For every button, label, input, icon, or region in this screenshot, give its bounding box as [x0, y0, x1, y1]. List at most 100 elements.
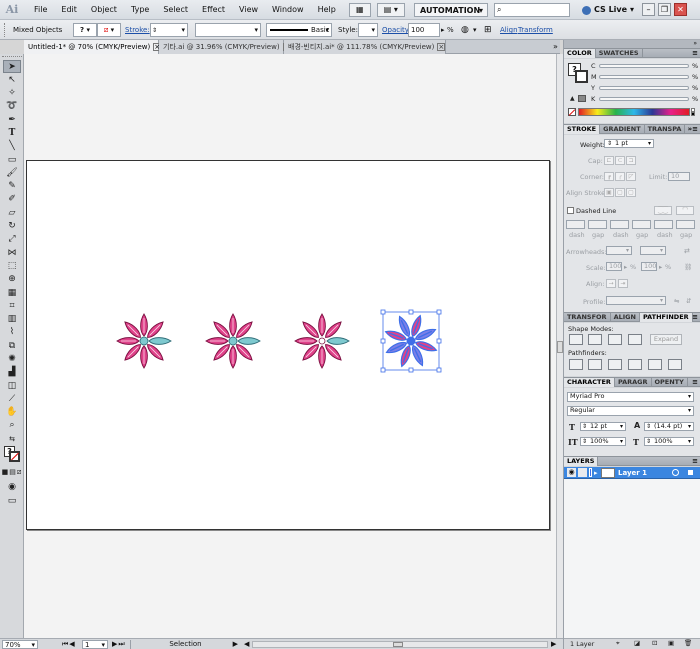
stepper-icon[interactable]: ⇕: [582, 423, 587, 430]
recolor-artwork-icon[interactable]: ◍: [461, 23, 469, 37]
workspace-switcher[interactable]: AUTOMATION: [414, 3, 488, 17]
stroke-color-button[interactable]: ⧄ ▾: [97, 23, 121, 37]
flower-4-selected[interactable]: [380, 309, 442, 373]
zoom-tool-icon[interactable]: ⌕: [3, 418, 21, 431]
drawing-mode-icon[interactable]: ◉: [3, 480, 21, 493]
stroke-link[interactable]: Stroke:: [125, 23, 150, 37]
blend-tool-icon[interactable]: ⧉: [3, 339, 21, 352]
stroke-swatch-icon[interactable]: [9, 451, 20, 462]
panel-menu-icon[interactable]: ≡: [692, 313, 698, 322]
toolbox-grip[interactable]: [2, 56, 22, 59]
round-cap-icon[interactable]: ⊂: [615, 156, 625, 165]
minus-back-icon[interactable]: [668, 359, 682, 370]
crop-icon[interactable]: [628, 359, 642, 370]
close-icon[interactable]: ×: [437, 43, 446, 51]
type-tool-icon[interactable]: T: [3, 126, 21, 139]
artboard[interactable]: [26, 160, 550, 530]
screen-mode-icon[interactable]: ▭: [3, 494, 21, 507]
tab-align[interactable]: ALIGN: [611, 312, 640, 322]
tab-swatches[interactable]: SWATCHES: [596, 48, 643, 58]
new-layer-icon[interactable]: ▣: [668, 639, 674, 647]
artboard-prev-buttons[interactable]: ⏮◀: [62, 640, 76, 649]
start-arrowhead-select[interactable]: [606, 246, 632, 255]
tab-untitled-1[interactable]: Untitled-1* @ 70% (CMYK/Preview) ×: [24, 40, 162, 54]
end-arrowhead-select[interactable]: [640, 246, 666, 255]
new-sublayer-icon[interactable]: ⊡: [652, 639, 657, 647]
round-join-icon[interactable]: ╭: [615, 172, 625, 181]
stepper-icon[interactable]: ⇕: [607, 140, 612, 147]
intersect-icon[interactable]: [608, 334, 622, 345]
swap-arrowheads-icon[interactable]: ⇄: [684, 247, 690, 255]
dash-field-1[interactable]: [566, 220, 585, 229]
artboard-number-select[interactable]: 1 ▾: [82, 640, 108, 649]
stepper-icon[interactable]: ⇕: [646, 423, 651, 430]
weight-field[interactable]: ⇕ 1 pt: [604, 139, 654, 148]
menu-view[interactable]: View: [232, 0, 265, 20]
horizontal-scale-field[interactable]: ⇕ 100%: [644, 437, 694, 446]
end-scale-field[interactable]: 100: [641, 262, 657, 271]
control-bar-grip[interactable]: [4, 23, 7, 37]
eyedropper-tool-icon[interactable]: ⌇: [3, 325, 21, 338]
free-transform-tool-icon[interactable]: ⬚: [3, 259, 21, 272]
flip-across-icon[interactable]: ⇵: [686, 297, 691, 305]
tab-paragraph[interactable]: PARAGR: [615, 377, 652, 387]
menu-object[interactable]: Object: [84, 0, 124, 20]
variable-width-profile-select[interactable]: ▾: [195, 23, 261, 37]
miter-join-icon[interactable]: ┏: [604, 172, 614, 181]
layer-name[interactable]: Layer 1: [618, 467, 647, 479]
vertical-scale-field[interactable]: ⇕ 100%: [580, 437, 626, 446]
dock-collapse-icon[interactable]: »: [564, 40, 700, 48]
color-gradient-none-icon[interactable]: ■▤⧄: [2, 466, 22, 479]
tab-gita[interactable]: 기타.ai @ 31.96% (CMYK/Preview)×: [159, 40, 291, 54]
color-spectrum-bar[interactable]: [578, 108, 690, 116]
menu-select[interactable]: Select: [156, 0, 195, 20]
tab-transform[interactable]: TRANSFOR: [564, 312, 611, 322]
arrow-tip-end-icon[interactable]: ⇥: [618, 279, 628, 288]
blob-brush-tool-icon[interactable]: ✐: [3, 192, 21, 205]
align-stroke-center-icon[interactable]: ▣: [604, 188, 614, 197]
channel-k-slider[interactable]: [599, 97, 689, 101]
expand-triangle-icon[interactable]: ▸: [594, 467, 598, 479]
tab-transparency[interactable]: TRANSPA: [645, 124, 686, 134]
tab-opentype[interactable]: OPENTY: [652, 377, 688, 387]
divide-icon[interactable]: [569, 359, 583, 370]
start-scale-field[interactable]: 100: [606, 262, 622, 271]
tab-stroke[interactable]: STROKE: [564, 124, 601, 134]
locate-object-icon[interactable]: ⌖: [616, 639, 620, 648]
brush-definition-select[interactable]: Basic ▾: [266, 23, 332, 37]
align-link[interactable]: Align: [500, 23, 518, 37]
arrow-tip-beyond-icon[interactable]: →: [606, 279, 616, 288]
rotate-tool-icon[interactable]: ↻: [3, 219, 21, 232]
stepper-icon[interactable]: ⇕: [646, 438, 651, 445]
artboard-tool-icon[interactable]: ◫: [3, 379, 21, 392]
lock-toggle[interactable]: [578, 468, 587, 477]
dashed-line-checkbox[interactable]: [567, 207, 574, 214]
menu-edit[interactable]: Edit: [54, 0, 84, 20]
close-button[interactable]: ✕: [674, 3, 687, 16]
trim-icon[interactable]: [588, 359, 602, 370]
shape-builder-tool-icon[interactable]: ⊕: [3, 272, 21, 285]
limit-field[interactable]: 10: [668, 172, 690, 181]
eraser-tool-icon[interactable]: ▱: [3, 206, 21, 219]
opacity-dropdown[interactable]: ▸: [441, 23, 445, 37]
direct-selection-tool-icon[interactable]: ↖: [3, 73, 21, 86]
scale-dropdown-icon[interactable]: ▸: [659, 263, 662, 271]
fill-color-button[interactable]: ? ▾: [73, 23, 97, 37]
stroke-swatch-icon[interactable]: [575, 70, 588, 83]
canvas-area[interactable]: [24, 54, 556, 638]
flower-2[interactable]: [205, 313, 261, 369]
menu-file[interactable]: File: [27, 0, 54, 20]
help-search-input[interactable]: ⌕: [494, 3, 570, 17]
exclude-icon[interactable]: [628, 334, 642, 345]
gradient-tool-icon[interactable]: ▥: [3, 312, 21, 325]
opacity-field[interactable]: 100: [408, 23, 440, 37]
font-style-select[interactable]: Regular: [567, 406, 694, 416]
minimize-button[interactable]: –: [642, 3, 655, 16]
tab-overflow-icon[interactable]: »: [551, 40, 560, 54]
gap-field-3[interactable]: [676, 220, 695, 229]
layer-row-layer-1[interactable]: ◉ ▸ Layer 1: [564, 467, 700, 479]
panel-menu-icon[interactable]: ≡: [692, 457, 698, 466]
menu-window[interactable]: Window: [265, 0, 311, 20]
flower-3[interactable]: [294, 313, 350, 369]
selection-indicator[interactable]: [688, 470, 693, 475]
